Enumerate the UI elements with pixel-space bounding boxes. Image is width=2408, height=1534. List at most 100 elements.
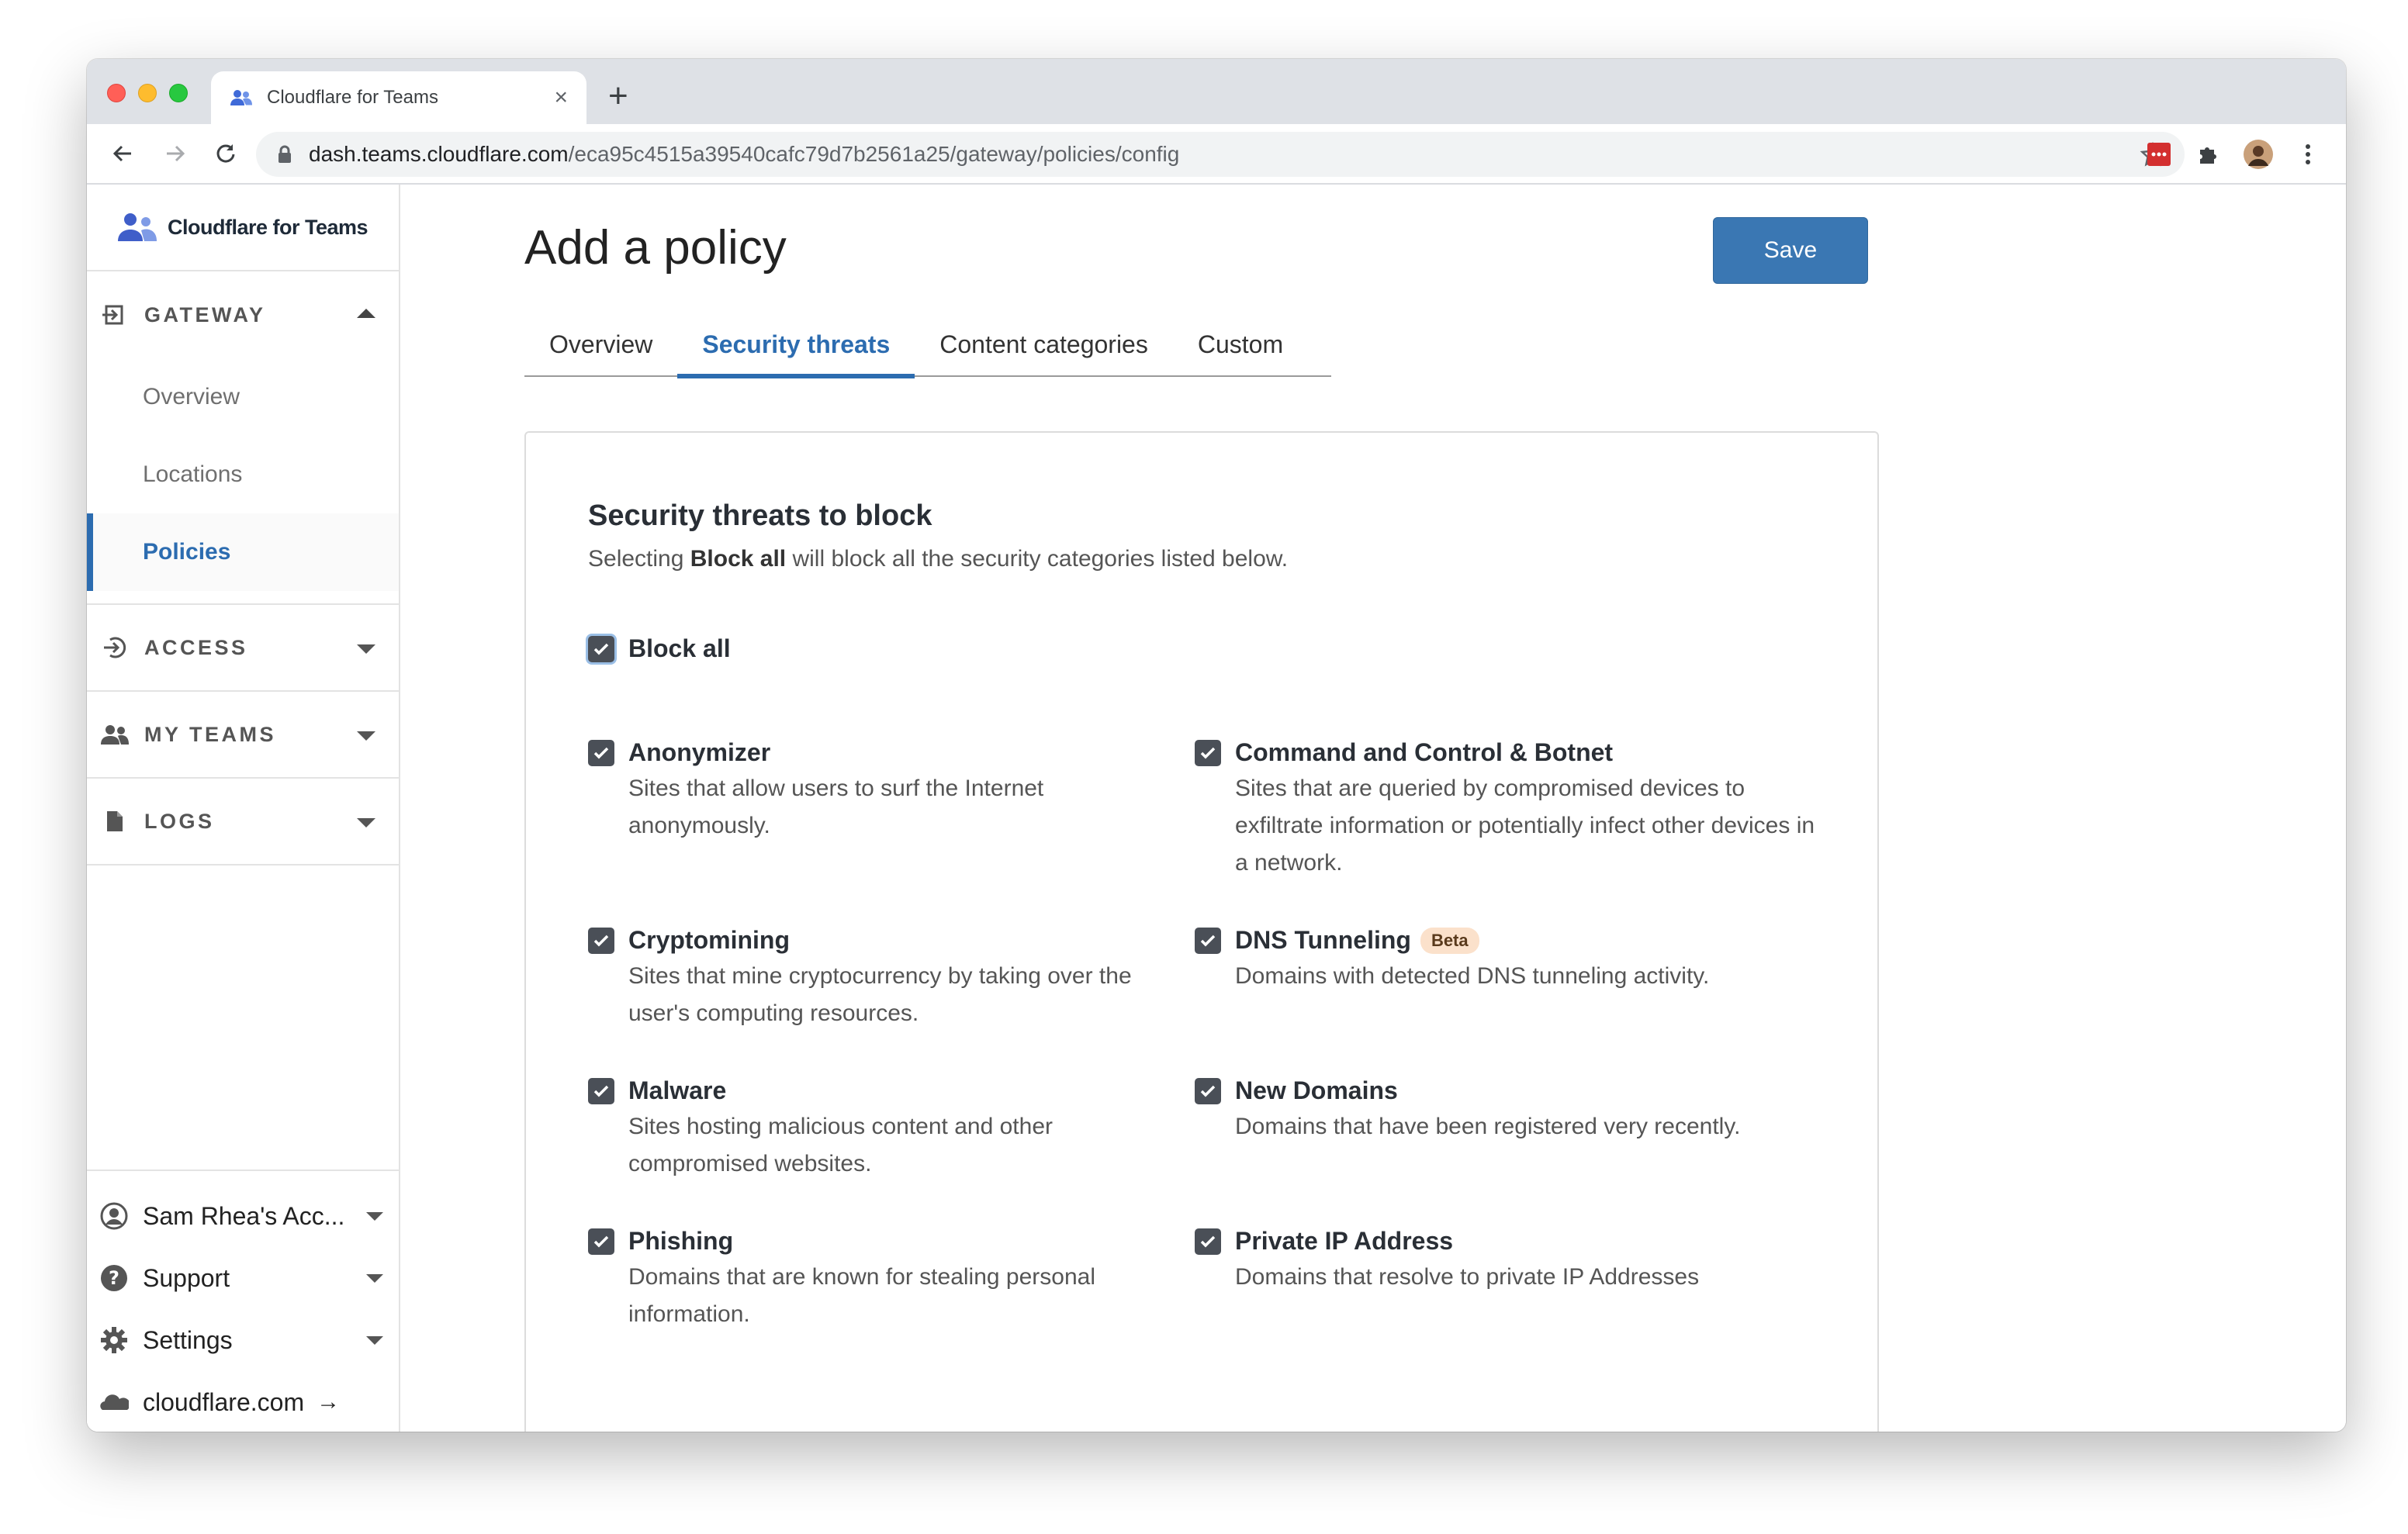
back-button[interactable] [106, 136, 140, 171]
sidebar-item-locations[interactable]: Locations [87, 436, 399, 513]
threat-description: Domains that have been registered very r… [1235, 1114, 1741, 1139]
sidebar-section-access: ACCESS [87, 605, 399, 692]
support-menu[interactable]: ? Support [87, 1247, 399, 1309]
sidebar-section-label: LOGS [144, 809, 215, 833]
lock-icon [279, 145, 291, 163]
threat-name: Anonymizer [628, 738, 771, 766]
threat-checkbox[interactable] [588, 1228, 614, 1255]
cloud-icon [99, 1387, 129, 1417]
account-menu[interactable]: Sam Rhea's Acc... [87, 1185, 399, 1247]
policy-tabs: Overview Security threats Content catego… [524, 312, 1331, 378]
desc-prefix: Selecting [588, 546, 690, 572]
security-threats-card: Security threats to block Selecting Bloc… [524, 431, 1879, 1432]
caret-down-icon [357, 818, 375, 827]
checkmark-icon [593, 747, 609, 758]
caret-down-icon [366, 1274, 383, 1283]
threat-dns-tunneling: DNS Tunneling Beta Domains with detected… [1195, 926, 1815, 995]
sidebar-item-policies[interactable]: Policies [87, 513, 399, 591]
threat-malware: Malware Sites hosting malicious content … [588, 1076, 1178, 1183]
threat-description: Sites that allow users to surf the Inter… [628, 776, 1044, 838]
threat-checkbox[interactable] [1195, 1228, 1221, 1255]
maximize-window-button[interactable] [169, 84, 188, 102]
caret-up-icon [357, 309, 375, 318]
threat-anonymizer: Anonymizer Sites that allow users to sur… [588, 738, 1178, 845]
desc-bold: Block all [690, 546, 787, 572]
caret-down-icon [357, 731, 375, 741]
help-icon: ? [99, 1263, 129, 1293]
forward-button[interactable] [158, 136, 192, 171]
caret-down-icon [357, 644, 375, 654]
threat-checkbox[interactable] [1195, 1077, 1221, 1104]
threat-description: Sites that mine cryptocurrency by taking… [628, 963, 1132, 1026]
reload-button[interactable] [208, 136, 242, 171]
sidebar-item-overview[interactable]: Overview [87, 358, 399, 436]
sidebar-gateway-toggle[interactable]: GATEWAY [87, 271, 399, 358]
tab-content-categories[interactable]: Content categories [915, 312, 1173, 377]
desc-suffix: will block all the security categories l… [786, 546, 1289, 572]
extensions-puzzle-icon[interactable] [2194, 140, 2223, 169]
block-all-option[interactable]: Block all [588, 634, 731, 663]
threat-checkbox[interactable] [588, 1077, 614, 1104]
threat-description: Domains that resolve to private IP Addre… [1235, 1264, 1700, 1290]
team-icon [101, 723, 129, 746]
brand-logo[interactable]: Cloudflare for Teams [87, 185, 399, 271]
minimize-window-button[interactable] [138, 84, 157, 102]
password-manager-extension-icon[interactable] [2144, 140, 2174, 169]
browser-menu-icon[interactable] [2293, 140, 2323, 169]
caret-down-icon [366, 1336, 383, 1345]
sidebar: Cloudflare for Teams GATEWAY Overview Lo… [87, 185, 400, 1432]
profile-avatar[interactable] [2244, 140, 2273, 169]
threat-private-ip-address: Private IP Address Domains that resolve … [1195, 1227, 1815, 1296]
sidebar-section-logs: LOGS [87, 779, 399, 865]
tab-custom[interactable]: Custom [1173, 312, 1308, 377]
account-icon [99, 1201, 129, 1231]
threat-phishing: Phishing Domains that are known for stea… [588, 1227, 1178, 1333]
threat-checkbox[interactable] [1195, 927, 1221, 954]
tab-security-threats[interactable]: Security threats [677, 312, 915, 378]
arrow-left-icon [112, 145, 131, 162]
settings-menu[interactable]: Settings [87, 1309, 399, 1371]
threat-name: DNS Tunneling [1235, 926, 1411, 954]
gear-icon [99, 1325, 129, 1355]
card-title: Security threats to block [588, 499, 932, 532]
block-all-label: Block all [628, 634, 731, 662]
tab-title: Cloudflare for Teams [267, 87, 438, 108]
sidebar-my-teams-toggle[interactable]: MY TEAMS [87, 692, 399, 777]
sidebar-section-label: GATEWAY [144, 302, 266, 326]
page-title: Add a policy [524, 221, 787, 275]
document-icon [101, 810, 129, 833]
card-description: Selecting Block all will block all the s… [588, 546, 1288, 572]
sidebar-footer: Sam Rhea's Acc... ? Support Settings clo… [87, 1170, 399, 1432]
checkmark-icon [1200, 747, 1216, 758]
threat-checkbox[interactable] [588, 927, 614, 954]
close-tab-icon[interactable]: × [554, 86, 568, 109]
checkmark-icon [1200, 1235, 1216, 1247]
threat-description: Domains with detected DNS tunneling acti… [1235, 963, 1710, 989]
checkmark-icon [593, 1235, 609, 1247]
threat-name: Private IP Address [1235, 1227, 1454, 1255]
browser-tab[interactable]: Cloudflare for Teams × [211, 71, 586, 124]
save-button[interactable]: Save [1713, 217, 1868, 284]
app-area: Cloudflare for Teams GATEWAY Overview Lo… [87, 185, 2346, 1432]
new-tab-button[interactable]: + [608, 79, 628, 113]
tab-overview[interactable]: Overview [524, 312, 677, 377]
threat-name: Malware [628, 1076, 727, 1104]
users-icon [230, 90, 252, 105]
sidebar-logs-toggle[interactable]: LOGS [87, 779, 399, 864]
threat-checkbox[interactable] [1195, 739, 1221, 766]
brand-name: Cloudflare for Teams [168, 215, 368, 239]
tab-strip: Cloudflare for Teams × + [87, 59, 2346, 124]
cloudflare-site-link[interactable]: cloudflare.com → [87, 1371, 399, 1432]
browser-toolbar: dash.teams.cloudflare.com/eca95c4515a395… [87, 124, 2346, 185]
block-all-checkbox[interactable] [588, 635, 614, 662]
sidebar-section-label: MY TEAMS [144, 722, 277, 746]
main-content: Add a policy Save Overview Security thre… [400, 185, 2346, 1432]
beta-badge: Beta [1420, 927, 1479, 954]
close-window-button[interactable] [107, 84, 126, 102]
sidebar-access-toggle[interactable]: ACCESS [87, 605, 399, 690]
address-bar[interactable]: dash.teams.cloudflare.com/eca95c4515a395… [256, 132, 2185, 177]
sidebar-section-label: ACCESS [144, 635, 248, 659]
settings-label: Settings [143, 1325, 233, 1354]
threat-checkbox[interactable] [588, 739, 614, 766]
users-icon [118, 213, 157, 241]
